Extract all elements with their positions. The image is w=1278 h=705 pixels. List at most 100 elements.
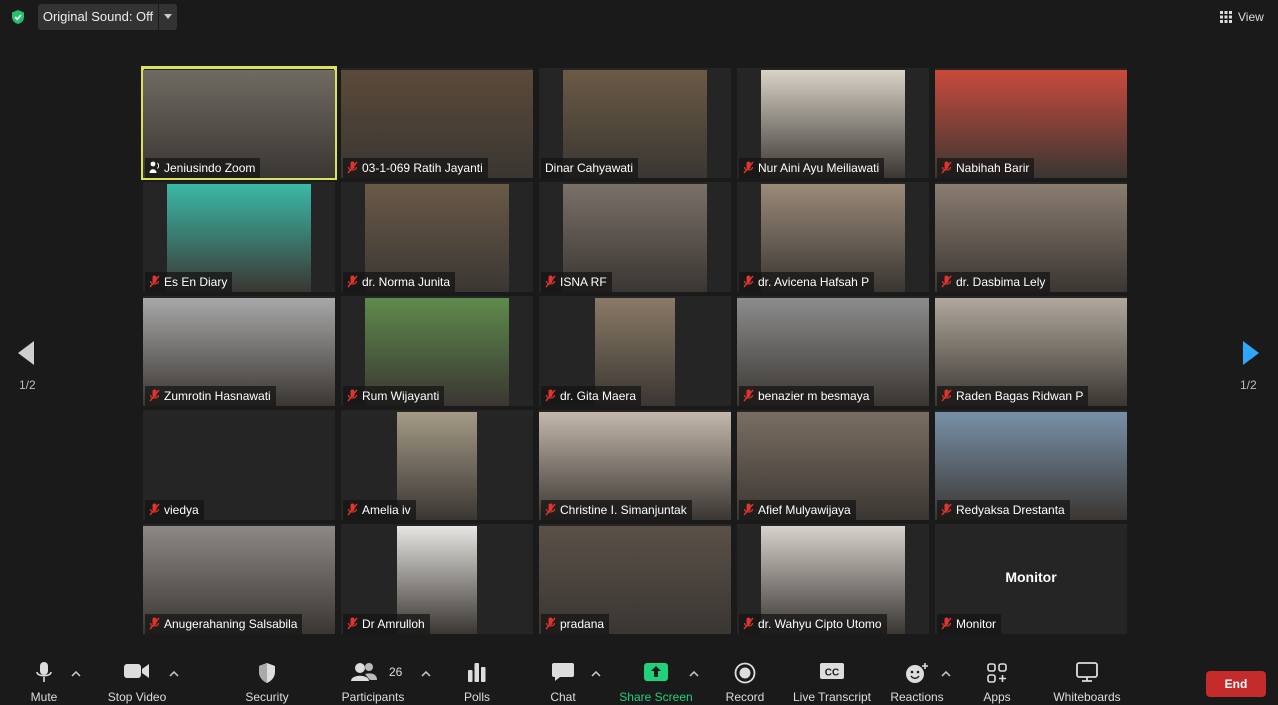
participant-video-tile[interactable]: Redyaksa Drestanta: [935, 410, 1127, 520]
participant-name: Anugerahaning Salsabila: [164, 617, 298, 631]
participant-name-bar: Nur Aini Ayu Meiliawati: [739, 158, 885, 178]
participant-video-tile[interactable]: ISNA RF: [539, 182, 731, 292]
polls-button[interactable]: Polls: [432, 653, 522, 705]
participant-video-tile[interactable]: Rum Wijayanti: [341, 296, 533, 406]
chevron-down-icon: [164, 14, 172, 19]
mute-options-caret-icon[interactable]: [71, 671, 81, 677]
live-transcript-label: Live Transcript: [792, 690, 872, 704]
end-meeting-button[interactable]: End: [1206, 671, 1266, 697]
muted-microphone-icon: [743, 389, 754, 402]
participant-name-bar: Dr Amrulloh: [343, 614, 430, 634]
participants-label: Participants: [341, 690, 405, 704]
polls-bar-chart-icon: [468, 663, 486, 682]
smiley-reaction-icon: [906, 663, 928, 683]
participant-name-bar: Afief Mulyawijaya: [739, 500, 856, 520]
participant-center-name: Monitor: [1005, 569, 1057, 585]
participant-video-tile[interactable]: Christine I. Simanjuntak: [539, 410, 731, 520]
muted-microphone-icon: [149, 389, 160, 402]
apps-button[interactable]: Apps: [952, 653, 1042, 705]
participant-name-bar: dr. Avicena Hafsah P: [739, 272, 875, 292]
participant-name: ISNA RF: [560, 275, 607, 289]
participant-video-tile[interactable]: Jeniusindo Zoom: [141, 66, 337, 180]
participant-video-tile[interactable]: dr. Gita Maera: [539, 296, 731, 406]
participant-video-tile[interactable]: Anugerahaning Salsabila: [143, 524, 335, 634]
muted-microphone-icon: [941, 617, 952, 630]
participant-video-tile[interactable]: Dr Amrulloh: [341, 524, 533, 634]
participant-video-tile[interactable]: dr. Wahyu Cipto Utomo: [737, 524, 929, 634]
muted-microphone-icon: [545, 275, 556, 288]
muted-microphone-icon: [941, 389, 952, 402]
participant-name: benazier m besmaya: [758, 389, 870, 403]
participant-video-tile[interactable]: Zumrotin Hasnawati: [143, 296, 335, 406]
participant-name: Dinar Cahyawati: [545, 161, 634, 175]
original-sound-dropdown[interactable]: [159, 4, 177, 30]
live-transcript-button[interactable]: CC Live Transcript: [787, 653, 877, 705]
participants-count: 26: [389, 665, 403, 679]
original-sound-button[interactable]: Original Sound: Off: [38, 4, 158, 30]
participant-video-tile[interactable]: pradana: [539, 524, 731, 634]
muted-microphone-icon: [743, 503, 754, 516]
next-page-arrow-icon[interactable]: [1241, 340, 1261, 366]
share-screen-button[interactable]: Share Screen: [611, 653, 701, 705]
participant-name: Christine I. Simanjuntak: [560, 503, 687, 517]
participant-video-tile[interactable]: Afief Mulyawijaya: [737, 410, 929, 520]
participant-name-bar: 03-1-069 Ratih Jayanti: [343, 158, 488, 178]
muted-microphone-icon: [347, 503, 358, 516]
participant-video-tile[interactable]: Nur Aini Ayu Meiliawati: [737, 68, 929, 178]
security-shield-icon: [259, 663, 275, 683]
grid-view-icon: [1220, 11, 1232, 23]
stop-video-button[interactable]: Stop Video: [92, 653, 182, 705]
record-button[interactable]: Record: [700, 653, 790, 705]
muted-microphone-icon: [347, 161, 358, 174]
participant-video-tile[interactable]: dr. Dasbima Lely: [935, 182, 1127, 292]
chat-bubble-icon: [552, 663, 574, 681]
closed-caption-icon: CC: [820, 663, 844, 679]
share-options-caret-icon[interactable]: [689, 671, 699, 677]
security-button[interactable]: Security: [222, 653, 312, 705]
view-label: View: [1238, 10, 1264, 24]
participant-name-bar: benazier m besmaya: [739, 386, 875, 406]
participant-name: Amelia iv: [362, 503, 411, 517]
participant-name: viedya: [164, 503, 199, 517]
active-speaker-icon: [149, 161, 160, 173]
mute-button[interactable]: Mute: [0, 653, 88, 705]
whiteboards-button[interactable]: Whiteboards: [1042, 653, 1132, 705]
participant-name-bar: Redyaksa Drestanta: [937, 500, 1070, 520]
reactions-button[interactable]: Reactions: [872, 653, 962, 705]
participant-video-tile[interactable]: 03-1-069 Ratih Jayanti: [341, 68, 533, 178]
participant-name-bar: dr. Norma Junita: [343, 272, 456, 292]
participant-video-tile[interactable]: dr. Avicena Hafsah P: [737, 182, 929, 292]
reactions-options-caret-icon[interactable]: [941, 671, 951, 677]
participant-name-bar: Zumrotin Hasnawati: [145, 386, 276, 406]
participant-name: Rum Wijayanti: [362, 389, 440, 403]
microphone-icon: [36, 662, 52, 682]
participant-video-tile[interactable]: Es En Diary: [143, 182, 335, 292]
view-button[interactable]: View: [1220, 5, 1270, 29]
participants-options-caret-icon[interactable]: [421, 671, 431, 677]
muted-microphone-icon: [347, 275, 358, 288]
polls-label: Polls: [463, 690, 490, 704]
participant-name: 03-1-069 Ratih Jayanti: [362, 161, 483, 175]
page-indicator-left: 1/2: [19, 378, 36, 392]
participant-video-tile[interactable]: viedya: [143, 410, 335, 520]
participant-video-tile[interactable]: Raden Bagas Ridwan P: [935, 296, 1127, 406]
muted-microphone-icon: [149, 617, 160, 630]
video-options-caret-icon[interactable]: [169, 671, 179, 677]
participant-name-bar: Anugerahaning Salsabila: [145, 614, 303, 634]
participant-name: dr. Gita Maera: [560, 389, 637, 403]
encryption-shield-icon[interactable]: [10, 9, 26, 25]
participant-video-tile[interactable]: Dinar Cahyawati: [539, 68, 731, 178]
participant-video-tile[interactable]: dr. Norma Junita: [341, 182, 533, 292]
participant-name-bar: Amelia iv: [343, 500, 416, 520]
chat-button[interactable]: Chat: [518, 653, 608, 705]
previous-page-arrow-icon[interactable]: [16, 340, 36, 366]
participant-video-tile[interactable]: benazier m besmaya: [737, 296, 929, 406]
participant-name: Afief Mulyawijaya: [758, 503, 851, 517]
participant-video-tile[interactable]: Monitor Monitor: [935, 524, 1127, 634]
participant-name-bar: viedya: [145, 500, 204, 520]
chat-options-caret-icon[interactable]: [591, 671, 601, 677]
participant-video-tile[interactable]: Nabihah Barir: [935, 68, 1127, 178]
participant-name: Dr Amrulloh: [362, 617, 425, 631]
participant-video-tile[interactable]: Amelia iv: [341, 410, 533, 520]
participants-button[interactable]: 26 Participants: [328, 653, 418, 705]
